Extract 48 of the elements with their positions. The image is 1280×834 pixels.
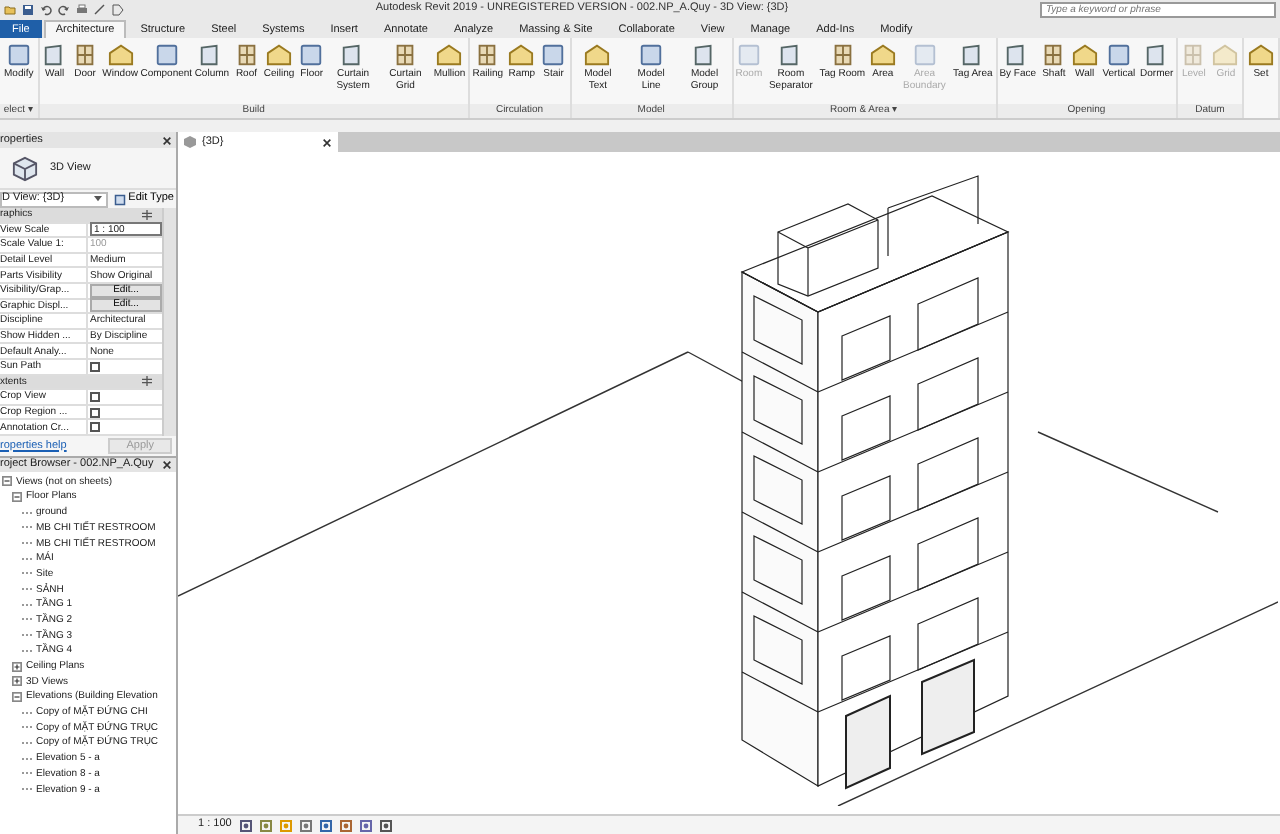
checkbox[interactable] [90, 361, 100, 372]
tool-icon [72, 42, 98, 68]
tool-icon [584, 42, 611, 68]
checkbox[interactable] [90, 407, 100, 418]
tool-icon [869, 42, 896, 68]
tool-icon [41, 42, 68, 68]
dropdown-icon [94, 196, 103, 202]
tag-icon[interactable] [112, 3, 124, 15]
close-icon[interactable] [322, 137, 332, 147]
tool-icon [508, 42, 535, 68]
tool-icon [1071, 42, 1098, 68]
tool-icon [266, 42, 293, 68]
redo-icon[interactable] [58, 3, 70, 15]
tool-icon [1040, 42, 1067, 68]
close-icon[interactable] [162, 459, 172, 470]
tool-icon [153, 42, 180, 68]
tool-icon [298, 42, 325, 68]
tool-icon [691, 42, 718, 68]
tool-icon [777, 42, 804, 68]
checkbox[interactable] [90, 391, 100, 402]
checkbox[interactable] [90, 422, 100, 433]
edit-type-icon [114, 193, 127, 205]
tool-icon [392, 42, 419, 68]
tool-icon [233, 42, 260, 68]
close-icon[interactable] [162, 135, 172, 145]
scrollbar[interactable] [162, 208, 176, 436]
tool-icon [540, 42, 567, 68]
tool-icon [1247, 42, 1274, 68]
tool-icon [107, 42, 134, 68]
tool-icon [638, 42, 665, 68]
tool-icon [1180, 42, 1207, 68]
tool-icon [829, 42, 856, 68]
tool-icon [911, 42, 938, 68]
tool-icon [735, 42, 762, 68]
expand-icon[interactable] [12, 676, 22, 687]
save-icon[interactable] [22, 3, 34, 15]
tool-icon [474, 42, 501, 68]
expand-icon[interactable] [12, 661, 22, 671]
tool-icon [5, 42, 32, 68]
tool-icon [1212, 42, 1239, 68]
print-icon[interactable] [76, 3, 88, 15]
tool-icon [1105, 42, 1132, 68]
tool-icon [1143, 42, 1170, 68]
undo-icon[interactable] [40, 3, 52, 15]
cube-icon [12, 155, 38, 181]
tool-icon [959, 42, 986, 68]
cube-icon [184, 136, 196, 148]
tool-icon [436, 42, 463, 68]
